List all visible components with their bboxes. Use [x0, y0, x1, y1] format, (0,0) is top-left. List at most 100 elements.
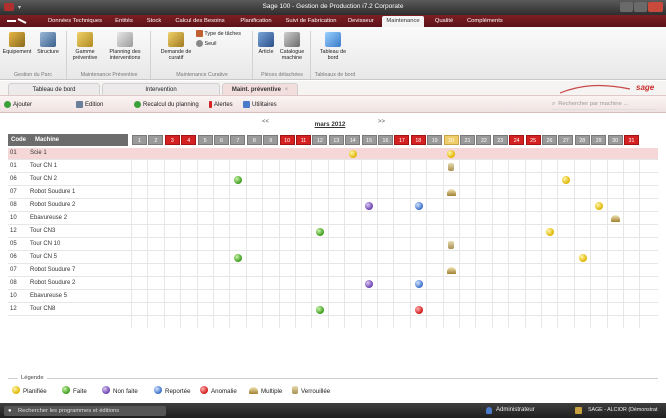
day-header-19[interactable]: 19 — [427, 135, 443, 145]
intervention-marker-faite[interactable] — [316, 306, 325, 314]
prev-month-button[interactable]: << — [262, 119, 269, 125]
day-header-9[interactable]: 9 — [263, 135, 279, 145]
day-header-15[interactable]: 15 — [361, 135, 377, 145]
day-header-5[interactable]: 5 — [197, 135, 213, 145]
demande-curatif-button[interactable]: Demande de curatif — [158, 32, 194, 61]
day-header-2[interactable]: 2 — [148, 135, 164, 145]
day-header-31[interactable]: 31 — [624, 135, 639, 145]
program-search-input[interactable]: ● Rechercher les programmes et éditions — [4, 406, 166, 416]
menu-calcul-besoins[interactable]: Calcul des Besoins — [172, 16, 228, 26]
table-row[interactable]: 12 Tour CN3 — [8, 226, 658, 238]
machine-search-input[interactable]: ⌕ Rechercher par machine ... — [552, 99, 657, 110]
catalogue-machine-button[interactable]: Catalogue machine — [278, 32, 306, 61]
maximize-button[interactable] — [634, 2, 647, 12]
intervention-marker-verrou[interactable] — [448, 241, 455, 249]
day-header-23[interactable]: 23 — [492, 135, 508, 145]
intervention-marker-planifiee[interactable] — [594, 202, 603, 210]
close-button[interactable] — [648, 2, 663, 12]
day-header-21[interactable]: 21 — [460, 135, 475, 145]
intervention-marker-planifiee[interactable] — [447, 150, 456, 158]
menu-planification[interactable]: Planification — [236, 16, 276, 26]
day-header-6[interactable]: 6 — [214, 135, 229, 145]
intervention-marker-anomalie[interactable] — [414, 306, 423, 314]
table-row[interactable]: 10 Ebavureuse 5 — [8, 291, 658, 303]
menu-maintenance[interactable]: Maintenance — [382, 16, 424, 27]
tab-maint-preventive[interactable]: Maint. préventive × — [222, 83, 298, 95]
day-header-13[interactable]: 13 — [328, 135, 344, 145]
structure-button[interactable]: Structure — [34, 32, 62, 55]
intervention-marker-multiple[interactable] — [446, 189, 456, 196]
planning-interventions-button[interactable]: Planning des interventions — [104, 32, 146, 61]
tab-intervention[interactable]: Intervention — [102, 83, 220, 95]
menu-complements[interactable]: Compléments — [465, 16, 503, 26]
intervention-marker-multiple[interactable] — [610, 215, 620, 222]
day-header-11[interactable]: 11 — [296, 135, 311, 145]
day-header-22[interactable]: 22 — [476, 135, 492, 145]
day-header-20[interactable]: 20 — [443, 135, 459, 145]
intervention-marker-planifiee[interactable] — [545, 228, 554, 236]
intervention-marker-planifiee[interactable] — [562, 176, 571, 184]
day-header-10[interactable]: 10 — [279, 135, 295, 145]
machine-column-header[interactable]: Machine — [30, 134, 128, 146]
code-column-header[interactable]: Code — [8, 134, 30, 146]
gamme-preventive-button[interactable]: Gamme préventive — [69, 32, 101, 61]
equipement-button[interactable]: Equipement — [2, 32, 32, 55]
day-header-3[interactable]: 3 — [164, 135, 180, 145]
day-header-26[interactable]: 26 — [542, 135, 557, 145]
day-header-24[interactable]: 24 — [509, 135, 525, 145]
day-header-17[interactable]: 17 — [394, 135, 410, 145]
seuil-button[interactable]: Seuil — [196, 40, 226, 47]
intervention-marker-verrou[interactable] — [448, 163, 455, 171]
table-row[interactable]: 08 Robot Soudure 2 — [8, 200, 658, 212]
day-header-29[interactable]: 29 — [591, 135, 607, 145]
company-name[interactable]: SAGE - ALCIOR (Démonstrat — [588, 407, 657, 413]
day-header-7[interactable]: 7 — [230, 135, 246, 145]
day-header-28[interactable]: 28 — [574, 135, 590, 145]
table-row[interactable]: 07 Robot Soudure 7 — [8, 265, 658, 277]
day-header-8[interactable]: 8 — [246, 135, 262, 145]
menu-stock[interactable]: Stock — [143, 16, 165, 26]
article-button[interactable]: Article — [255, 32, 277, 55]
table-row[interactable]: 01 Scie 1 — [8, 148, 658, 160]
table-row[interactable]: 06 Tour CN 2 — [8, 174, 658, 186]
current-month[interactable]: mars 2012 — [300, 121, 360, 128]
type-taches-button[interactable]: Type de tâches — [196, 30, 252, 37]
intervention-marker-nonfaite[interactable] — [365, 280, 374, 288]
day-header-1[interactable]: 1 — [132, 135, 147, 145]
table-row[interactable]: 07 Robot Soudure 1 — [8, 187, 658, 199]
minimize-button[interactable] — [620, 2, 633, 12]
table-row[interactable]: 08 Robot Soudure 2 — [8, 278, 658, 290]
day-header-27[interactable]: 27 — [558, 135, 574, 145]
menu-donnees-techniques[interactable]: Données Techniques — [44, 16, 106, 26]
table-row[interactable]: 01 Tour CN 1 — [8, 161, 658, 173]
day-header-30[interactable]: 30 — [607, 135, 623, 145]
intervention-marker-nonfaite[interactable] — [365, 202, 374, 210]
table-row[interactable]: 12 Tour CN8 — [8, 304, 658, 316]
utilitaires-button[interactable]: Utilitaires — [243, 101, 277, 109]
intervention-marker-planifiee[interactable] — [578, 254, 587, 262]
day-header-16[interactable]: 16 — [378, 135, 393, 145]
day-header-14[interactable]: 14 — [345, 135, 361, 145]
intervention-marker-faite[interactable] — [234, 176, 243, 184]
day-header-18[interactable]: 18 — [410, 135, 426, 145]
edition-button[interactable]: Edition — [76, 101, 103, 109]
intervention-marker-reportee[interactable] — [414, 202, 423, 210]
recalcul-planning-button[interactable]: Recalcul du planning — [134, 101, 199, 109]
tableau-bord-button[interactable]: Tableau de bord — [314, 32, 352, 61]
table-row[interactable]: 06 Tour CN 5 — [8, 252, 658, 264]
menu-devisseur[interactable]: Devisseur — [346, 16, 374, 26]
intervention-marker-planifiee[interactable] — [348, 150, 357, 158]
day-header-12[interactable]: 12 — [312, 135, 328, 145]
menu-suivi-fabrication[interactable]: Suivi de Fabrication — [283, 16, 339, 26]
intervention-marker-multiple[interactable] — [446, 267, 456, 274]
ajouter-button[interactable]: Ajouter — [4, 101, 32, 109]
intervention-marker-faite[interactable] — [234, 254, 243, 262]
intervention-marker-faite[interactable] — [316, 228, 325, 236]
day-header-25[interactable]: 25 — [525, 135, 541, 145]
alertes-button[interactable]: Alertes — [209, 101, 233, 109]
table-row[interactable]: 05 Tour CN 10 — [8, 239, 658, 251]
table-row[interactable]: 10 Ebavureuse 2 — [8, 213, 658, 225]
user-name[interactable]: Administrateur — [496, 407, 535, 413]
menu-qualite[interactable]: Qualité — [432, 16, 456, 26]
tab-close-icon[interactable]: × — [285, 87, 289, 93]
